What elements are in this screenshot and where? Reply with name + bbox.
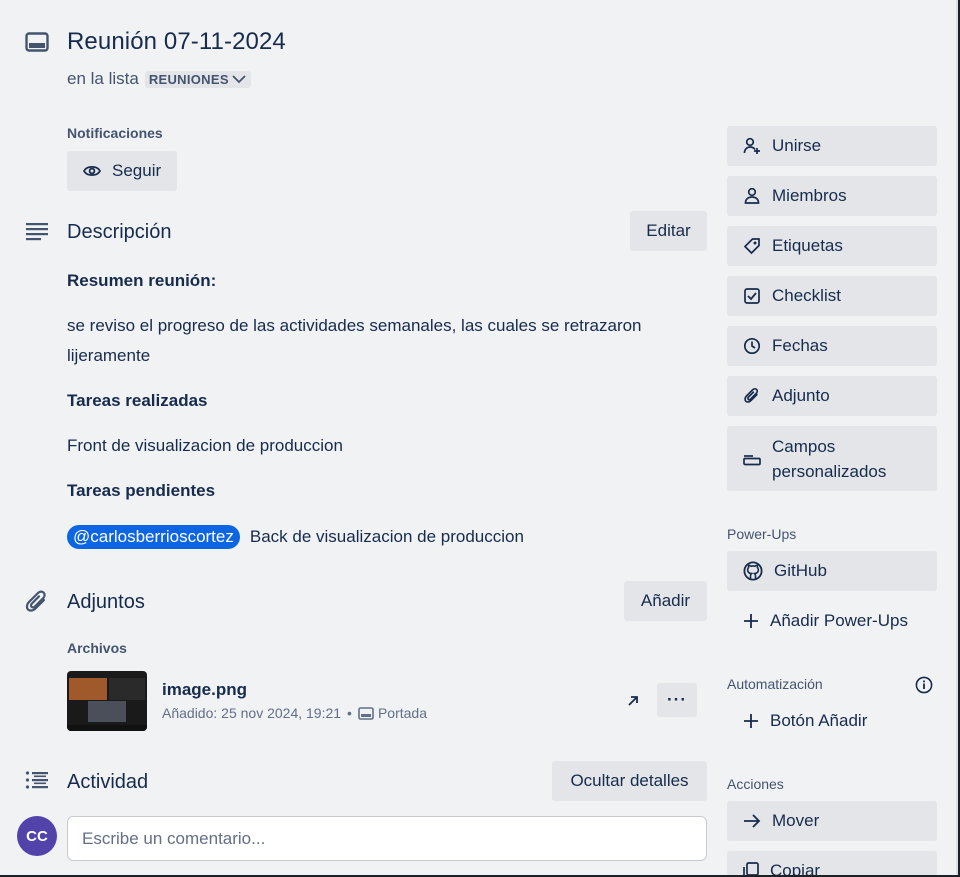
done-item: Front de visualizacion de produccion — [67, 436, 343, 455]
attachment-button[interactable]: Adjunto — [727, 376, 937, 416]
notifications-label: Notificaciones — [67, 125, 163, 141]
attachment-added: Añadido: 25 nov 2024, 19:21 — [162, 705, 342, 721]
card-title[interactable]: Reunión 07-11-2024 — [67, 28, 286, 56]
join-icon — [743, 137, 760, 154]
custom-fields-label: Campos personalizados — [772, 434, 886, 484]
add-powerups-button[interactable]: Añadir Power-Ups — [727, 601, 937, 641]
github-icon — [743, 561, 763, 581]
plus-icon — [744, 614, 758, 628]
in-list-prefix: en la lista — [67, 69, 139, 88]
members-button[interactable]: Miembros — [727, 176, 937, 216]
add-button-button[interactable]: Botón Añadir — [727, 701, 937, 741]
github-button[interactable]: GitHub — [727, 551, 937, 591]
members-icon — [744, 187, 760, 204]
eye-icon — [83, 165, 101, 177]
thumbnail-panel — [88, 701, 126, 722]
checklist-label: Checklist — [772, 286, 841, 305]
follow-label: Seguir — [112, 161, 162, 180]
add-button-label: Botón Añadir — [770, 711, 868, 730]
hide-details-button[interactable]: Ocultar detalles — [552, 761, 707, 801]
card-icon — [24, 30, 50, 54]
meta-separator: • — [347, 705, 352, 721]
custom-fields-button[interactable]: Campos personalizados — [727, 426, 937, 491]
actions-label: Acciones — [727, 776, 784, 792]
card-cover-icon — [358, 706, 374, 720]
thumbnail-panel — [109, 678, 145, 700]
info-icon[interactable] — [914, 675, 934, 695]
copy-button[interactable]: Copiar — [727, 851, 937, 875]
join-label: Unirse — [772, 136, 822, 155]
move-button[interactable]: Mover — [727, 801, 937, 841]
custom-fields-label-line1: Campos — [772, 436, 836, 456]
activity-title: Actividad — [67, 771, 149, 793]
comment-input[interactable]: Escribe un comentario... — [67, 816, 707, 861]
list-name: REUNIONES — [148, 71, 229, 87]
thumbnail-panel — [69, 678, 107, 700]
description-title: Descripción — [67, 221, 172, 243]
join-button[interactable]: Unirse — [727, 126, 937, 166]
pending-item-row: @carlosberrioscortez Back de visualizaci… — [67, 522, 524, 552]
attachments-title: Adjuntos — [67, 591, 145, 613]
summary-heading: Resumen reunión: — [67, 271, 217, 290]
activity-icon — [24, 769, 50, 791]
checklist-icon — [744, 288, 760, 304]
custom-fields-icon — [743, 454, 761, 465]
summary-line-2: lijeramente — [67, 346, 151, 365]
files-label: Archivos — [67, 640, 127, 656]
powerups-label: Power-Ups — [727, 526, 797, 542]
chevron-down-icon — [232, 75, 246, 84]
labels-button[interactable]: Etiquetas — [727, 226, 937, 266]
attachment-label: Adjunto — [772, 386, 830, 405]
github-label: GitHub — [774, 561, 827, 580]
dates-button[interactable]: Fechas — [727, 326, 937, 366]
arrow-right-icon — [744, 814, 761, 828]
card-detail-panel: Reunión 07-11-2024 en la lista REUNIONES… — [0, 0, 958, 875]
checklist-button[interactable]: Checklist — [727, 276, 937, 316]
copy-label: Copiar — [770, 861, 821, 875]
paperclip-icon — [744, 387, 759, 403]
automation-label: Automatización — [727, 676, 823, 692]
attachment-meta: Añadido: 25 nov 2024, 19:21 • Portada — [162, 705, 427, 721]
label-icon — [743, 238, 760, 255]
open-external-icon[interactable] — [624, 692, 642, 710]
avatar[interactable]: CC — [17, 816, 57, 856]
attachment-name[interactable]: image.png — [162, 680, 247, 700]
cover-label: Portada — [377, 705, 427, 721]
done-heading: Tareas realizadas — [67, 391, 208, 410]
labels-label: Etiquetas — [772, 236, 843, 255]
edit-description-button[interactable]: Editar — [630, 211, 707, 251]
custom-fields-label-line2: personalizados — [772, 461, 887, 481]
pending-item: Back de visualizacion de produccion — [249, 527, 524, 546]
plus-icon — [744, 714, 758, 728]
members-label: Miembros — [772, 186, 847, 205]
pending-heading: Tareas pendientes — [67, 481, 216, 500]
dates-label: Fechas — [772, 336, 828, 355]
move-label: Mover — [772, 811, 820, 830]
list-location: en la lista REUNIONES — [67, 69, 251, 89]
attachment-more-button[interactable]: ··· — [657, 683, 697, 717]
paperclip-icon — [24, 589, 50, 615]
list-name-button[interactable]: REUNIONES — [144, 70, 251, 88]
user-mention[interactable]: @carlosberrioscortez — [67, 525, 240, 549]
summary-line-1: se reviso el progreso de las actividades… — [67, 316, 642, 335]
add-powerups-label: Añadir Power-Ups — [770, 611, 908, 630]
clock-icon — [743, 337, 761, 355]
thumbnail-bar — [67, 725, 147, 731]
copy-icon — [743, 862, 759, 875]
follow-button[interactable]: Seguir — [67, 151, 177, 191]
cover-link[interactable]: Portada — [358, 705, 427, 721]
description-icon — [24, 220, 50, 242]
attachment-thumbnail[interactable] — [67, 671, 147, 731]
add-attachment-button[interactable]: Añadir — [624, 581, 707, 621]
